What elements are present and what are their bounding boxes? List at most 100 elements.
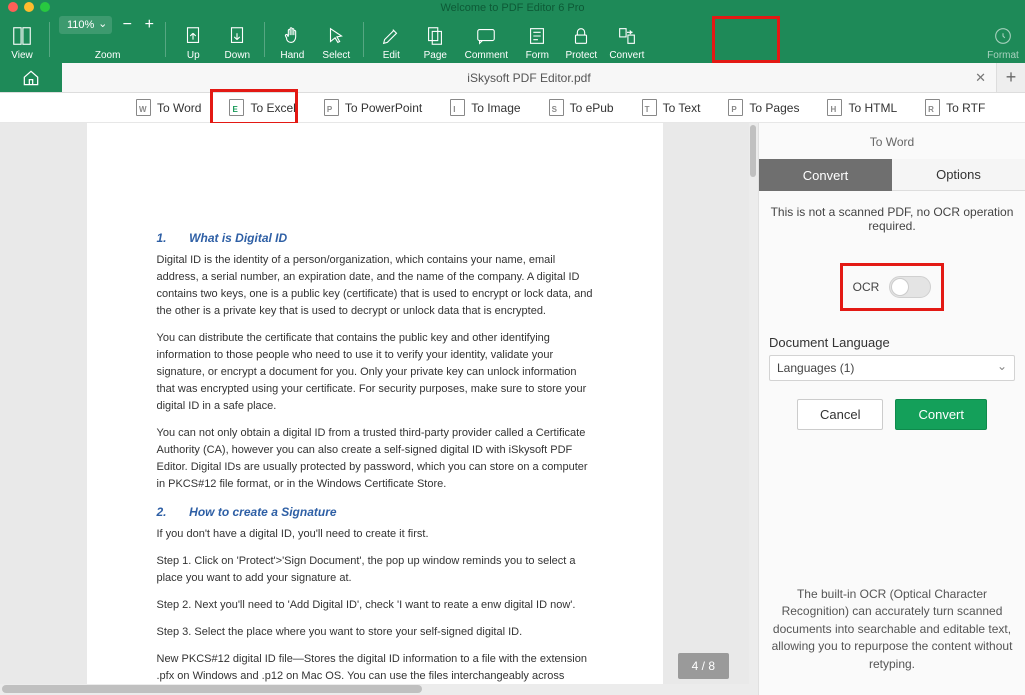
form-icon bbox=[526, 25, 548, 47]
view-icon bbox=[11, 25, 33, 47]
ocr-notice: This is not a scanned PDF, no OCR operat… bbox=[769, 205, 1015, 233]
zoom-in-button[interactable]: + bbox=[142, 16, 156, 34]
protect-button[interactable]: Protect bbox=[559, 16, 603, 63]
convert-side-panel: To Word Convert Options This is not a sc… bbox=[758, 123, 1025, 695]
heading-1: 1. What is Digital ID bbox=[157, 229, 593, 248]
paragraph: Step 3. Select the place where you want … bbox=[157, 624, 593, 641]
pdf-page: 1. What is Digital ID Digital ID is the … bbox=[87, 123, 663, 695]
down-button[interactable]: Down bbox=[215, 16, 259, 63]
image-icon: I bbox=[450, 99, 465, 116]
ocr-label: OCR bbox=[853, 280, 880, 294]
to-epub-button[interactable]: STo ePub bbox=[543, 96, 620, 119]
separator bbox=[264, 22, 265, 57]
rtf-icon: R bbox=[925, 99, 940, 116]
to-excel-button[interactable]: ETo Excel bbox=[223, 96, 301, 119]
format-icon bbox=[992, 25, 1014, 47]
html-icon: H bbox=[827, 99, 842, 116]
ppt-icon: P bbox=[324, 99, 339, 116]
down-icon bbox=[226, 25, 248, 47]
edit-button[interactable]: Edit bbox=[369, 16, 413, 63]
tab-bar: iSkysoft PDF Editor.pdf ✕ + bbox=[0, 63, 1025, 93]
ocr-row: OCR bbox=[769, 263, 1015, 311]
side-panel-actions: Cancel Convert bbox=[769, 399, 1015, 430]
side-panel-tabs: Convert Options bbox=[759, 159, 1025, 191]
new-tab-button[interactable]: + bbox=[997, 63, 1025, 92]
convert-icon bbox=[616, 25, 638, 47]
separator bbox=[49, 22, 50, 57]
main-toolbar: View 110% − + Zoom Up Down Hand Select E… bbox=[0, 16, 1025, 63]
select-icon bbox=[325, 25, 347, 47]
side-panel-title: To Word bbox=[759, 123, 1025, 159]
heading-2: 2. How to create a Signature bbox=[157, 503, 593, 522]
zoom-label: Zoom bbox=[55, 50, 160, 61]
convert-button[interactable]: Convert bbox=[603, 16, 650, 63]
text-icon: T bbox=[642, 99, 657, 116]
close-window-button[interactable] bbox=[8, 2, 18, 12]
paragraph: Digital ID is the identity of a person/o… bbox=[157, 252, 593, 320]
document-viewport[interactable]: 1. What is Digital ID Digital ID is the … bbox=[0, 123, 749, 695]
tab-options[interactable]: Options bbox=[892, 159, 1025, 191]
up-button[interactable]: Up bbox=[171, 16, 215, 63]
comment-icon bbox=[475, 25, 497, 47]
home-button[interactable] bbox=[0, 63, 62, 92]
fullscreen-window-button[interactable] bbox=[40, 2, 50, 12]
paragraph: You can distribute the certificate that … bbox=[157, 330, 593, 415]
paragraph: Step 2. Next you'll need to 'Add Digital… bbox=[157, 597, 593, 614]
to-image-button[interactable]: ITo Image bbox=[444, 96, 526, 119]
to-html-button[interactable]: HTo HTML bbox=[821, 96, 903, 119]
toolbar-spacer bbox=[650, 16, 981, 63]
to-pages-button[interactable]: PTo Pages bbox=[722, 96, 805, 119]
excel-icon: E bbox=[229, 99, 244, 116]
toggle-knob bbox=[891, 278, 909, 296]
document-tab-title: iSkysoft PDF Editor.pdf bbox=[467, 71, 590, 85]
separator bbox=[363, 22, 364, 57]
horizontal-scrollbar[interactable] bbox=[0, 684, 749, 695]
page-counter: 4 / 8 bbox=[678, 653, 729, 679]
zoom-select[interactable]: 110% bbox=[59, 16, 112, 34]
hand-button[interactable]: Hand bbox=[270, 16, 314, 63]
content-area: 1. What is Digital ID Digital ID is the … bbox=[0, 123, 1025, 695]
to-powerpoint-button[interactable]: PTo PowerPoint bbox=[318, 96, 428, 119]
zoom-out-button[interactable]: − bbox=[120, 16, 134, 34]
window-title: Welcome to PDF Editor 6 Pro bbox=[440, 2, 584, 14]
to-text-button[interactable]: TTo Text bbox=[636, 96, 707, 119]
scrollbar-thumb[interactable] bbox=[2, 685, 422, 693]
hand-icon bbox=[281, 25, 303, 47]
convert-action-button[interactable]: Convert bbox=[895, 399, 987, 430]
language-label: Document Language bbox=[769, 335, 1015, 350]
traffic-lights bbox=[8, 2, 50, 12]
view-button[interactable]: View bbox=[0, 16, 44, 63]
tab-convert[interactable]: Convert bbox=[759, 159, 892, 191]
to-rtf-button[interactable]: RTo RTF bbox=[919, 96, 991, 119]
paragraph: If you don't have a digital ID, you'll n… bbox=[157, 526, 593, 543]
word-icon: W bbox=[136, 99, 151, 116]
edit-icon bbox=[380, 25, 402, 47]
document-tab[interactable]: iSkysoft PDF Editor.pdf ✕ bbox=[62, 63, 997, 92]
cancel-button[interactable]: Cancel bbox=[797, 399, 883, 430]
form-button[interactable]: Form bbox=[515, 16, 559, 63]
comment-button[interactable]: Comment bbox=[457, 16, 515, 63]
ocr-footer-text: The built-in OCR (Optical Character Reco… bbox=[769, 586, 1015, 673]
paragraph: Step 1. Click on 'Protect'>'Sign Documen… bbox=[157, 553, 593, 587]
separator bbox=[165, 22, 166, 57]
page-icon bbox=[424, 25, 446, 47]
lock-icon bbox=[570, 25, 592, 47]
language-select[interactable]: Languages (1) bbox=[769, 355, 1015, 381]
page-button[interactable]: Page bbox=[413, 16, 457, 63]
epub-icon: S bbox=[549, 99, 564, 116]
to-word-button[interactable]: WTo Word bbox=[130, 96, 207, 119]
ocr-toggle[interactable] bbox=[889, 276, 931, 298]
pages-icon: P bbox=[728, 99, 743, 116]
paragraph: You can not only obtain a digital ID fro… bbox=[157, 425, 593, 493]
vertical-scrollbar[interactable] bbox=[749, 123, 758, 695]
format-button[interactable]: Format bbox=[981, 16, 1025, 63]
window-titlebar: Welcome to PDF Editor 6 Pro bbox=[0, 0, 1025, 16]
close-tab-button[interactable]: ✕ bbox=[975, 70, 986, 86]
minimize-window-button[interactable] bbox=[24, 2, 34, 12]
view-label: View bbox=[11, 50, 33, 61]
up-icon bbox=[182, 25, 204, 47]
scrollbar-thumb[interactable] bbox=[750, 125, 756, 177]
convert-subtoolbar: WTo Word ETo Excel PTo PowerPoint ITo Im… bbox=[0, 93, 1025, 123]
highlight-ocr: OCR bbox=[840, 263, 945, 311]
select-button[interactable]: Select bbox=[314, 16, 358, 63]
